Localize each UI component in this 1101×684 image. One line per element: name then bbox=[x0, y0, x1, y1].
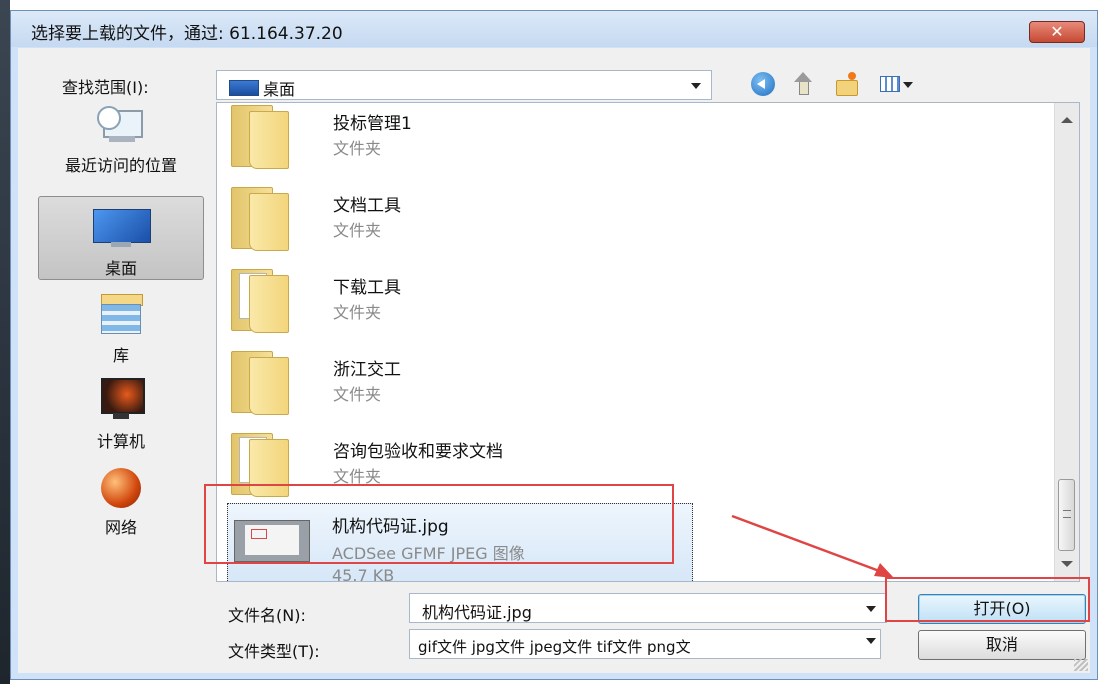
annotation-arrow bbox=[731, 514, 894, 578]
